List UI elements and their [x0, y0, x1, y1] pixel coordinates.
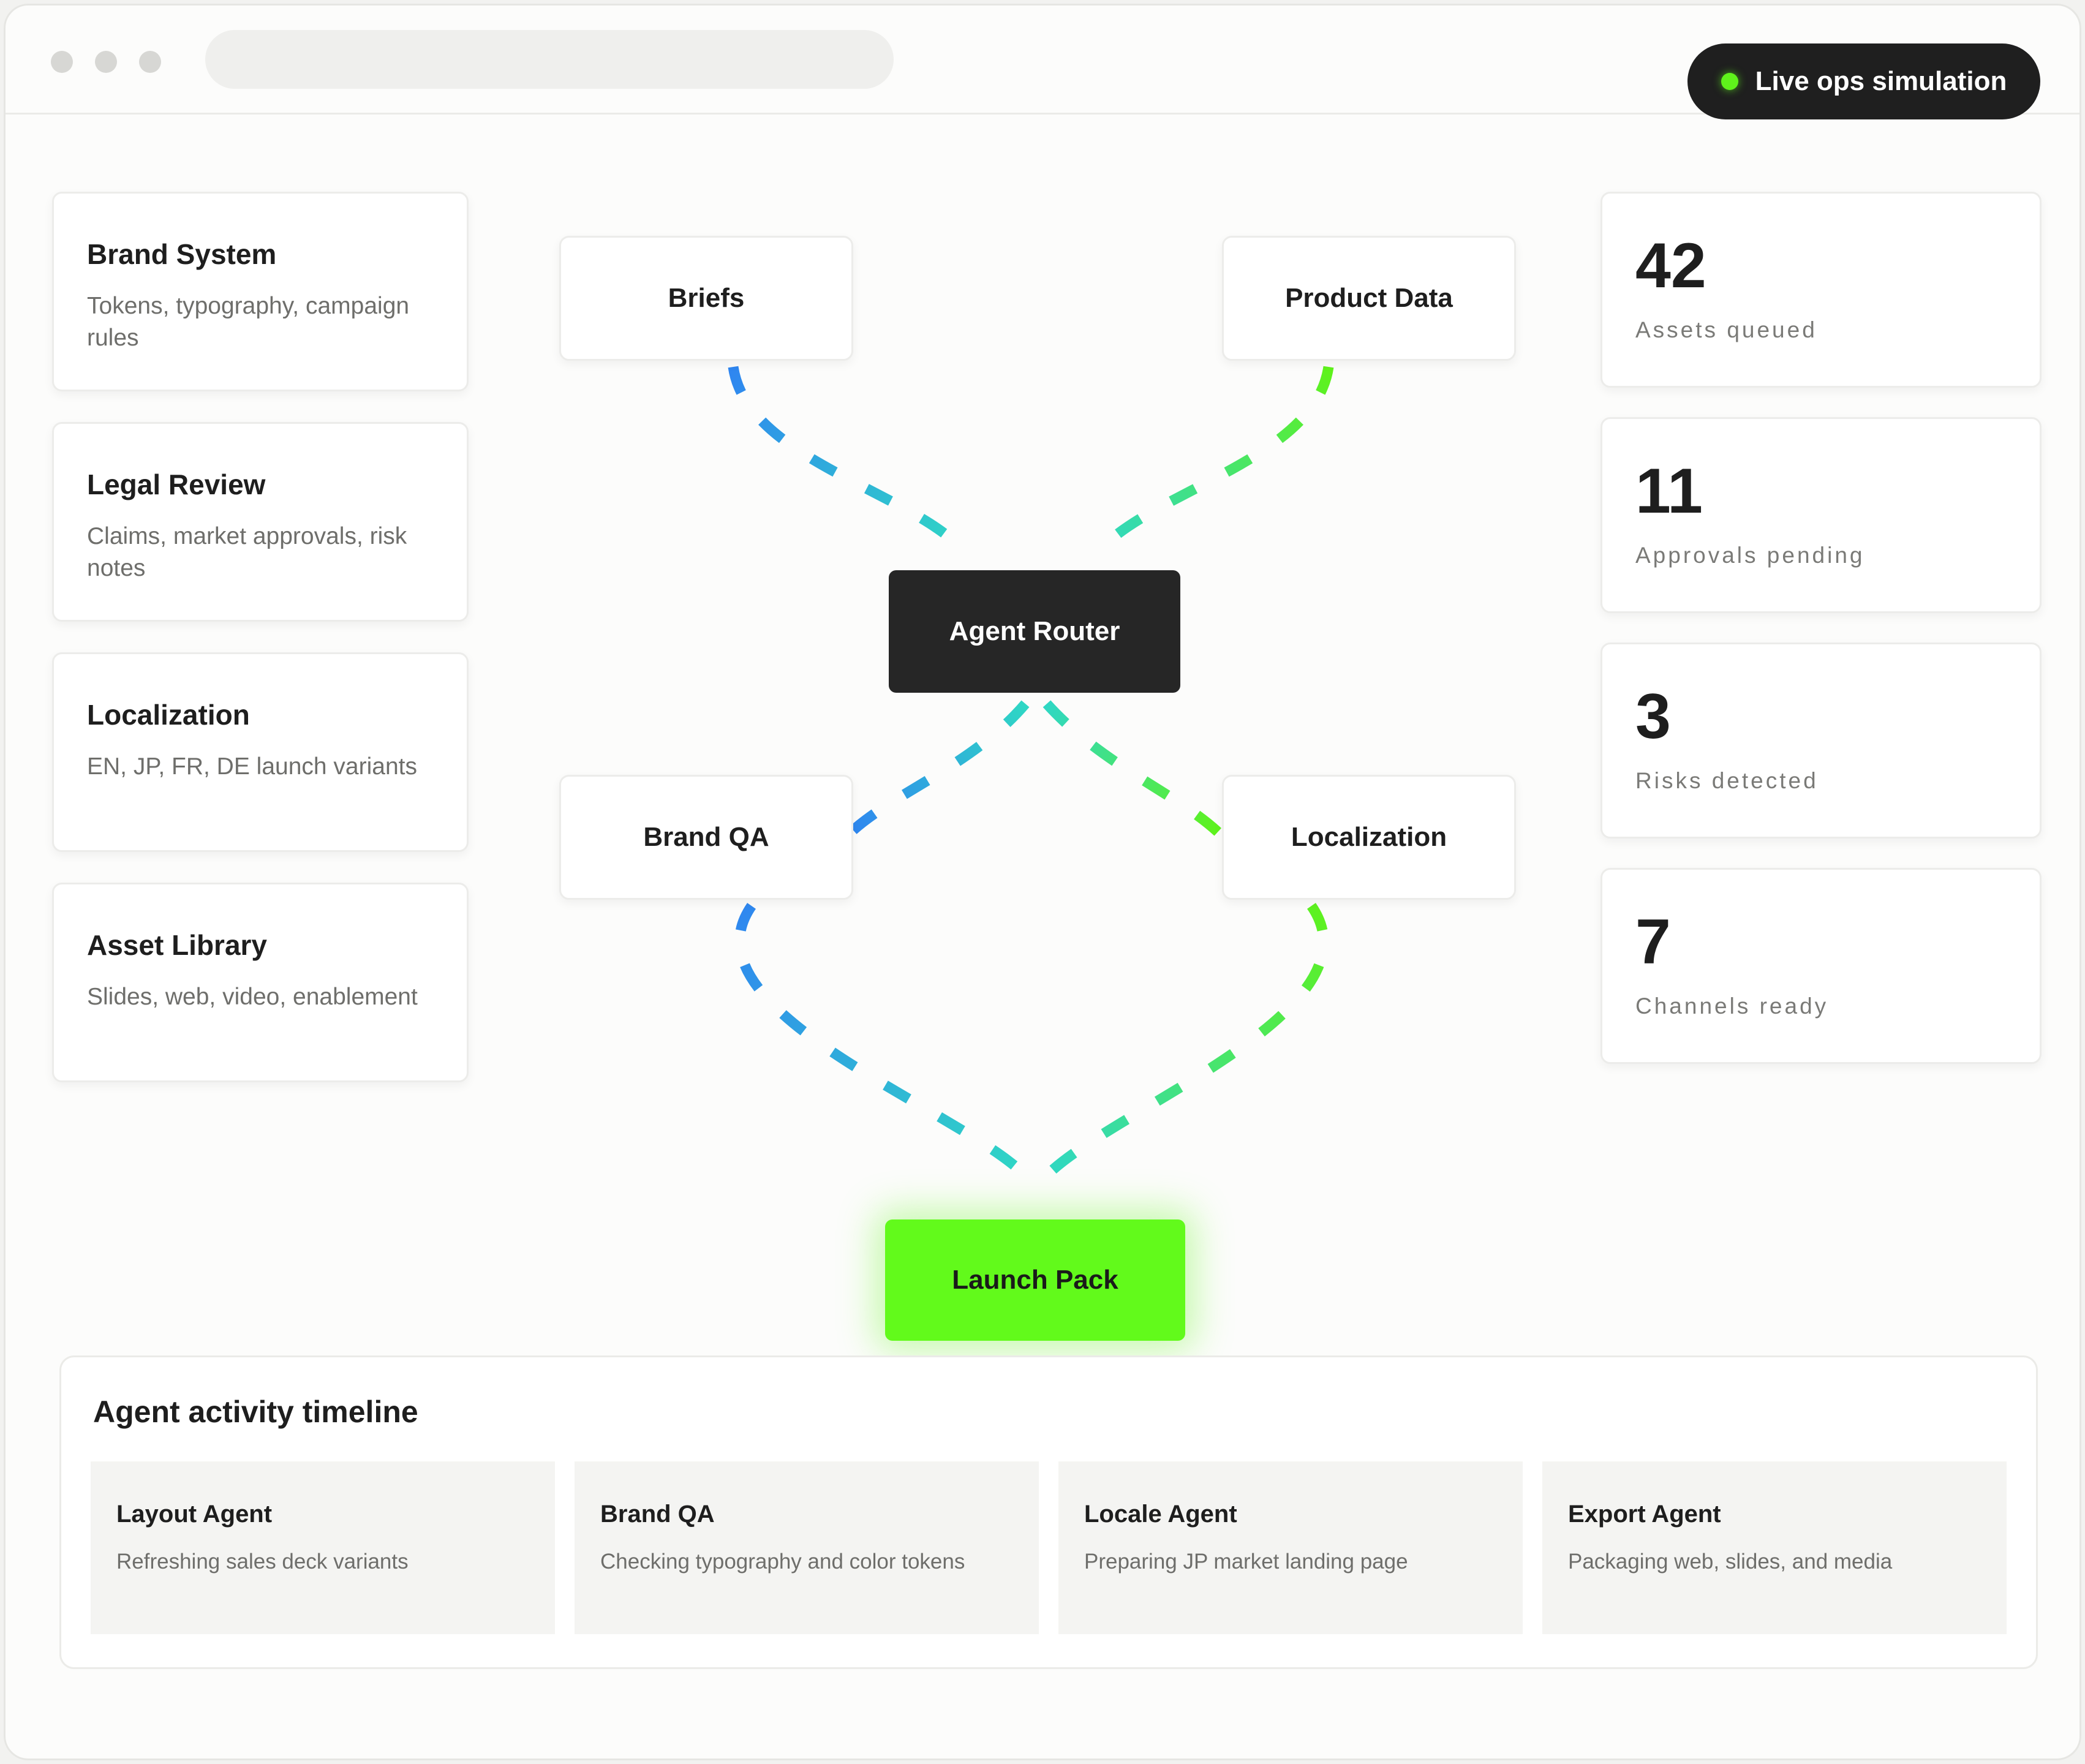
timeline-item-desc: Preparing JP market landing page	[1084, 1550, 1408, 1574]
stat-value: 11	[1635, 456, 1703, 527]
timeline-item-layout-agent[interactable]: Layout Agent Refreshing sales deck varia…	[91, 1461, 555, 1634]
timeline-title: Agent activity timeline	[93, 1395, 418, 1429]
timeline-items: Layout Agent Refreshing sales deck varia…	[91, 1461, 2008, 1634]
stat-label: Risks detected	[1635, 768, 1819, 793]
timeline-item-locale-agent[interactable]: Locale Agent Preparing JP market landing…	[1058, 1461, 1523, 1634]
timeline-item-name: Brand QA	[600, 1501, 715, 1528]
node-agent-router[interactable]: Agent Router	[889, 570, 1180, 693]
stat-label: Approvals pending	[1635, 543, 1865, 568]
stat-card-risks-detected: 3 Risks detected	[1601, 643, 2042, 839]
edge-briefs-router	[728, 366, 968, 554]
stat-label: Assets queued	[1635, 317, 1817, 342]
node-launch-pack[interactable]: Launch Pack	[885, 1219, 1185, 1341]
edge-router-localization	[1042, 700, 1222, 837]
node-briefs[interactable]: Briefs	[559, 236, 853, 361]
edge-brand-qa-launch	[734, 903, 1030, 1180]
timeline-item-brand-qa[interactable]: Brand QA Checking typography and color t…	[575, 1461, 1039, 1634]
timeline-item-desc: Refreshing sales deck variants	[116, 1550, 409, 1574]
stat-label: Channels ready	[1635, 993, 1829, 1019]
timeline-item-name: Locale Agent	[1084, 1501, 1237, 1528]
edge-localization-launch	[1042, 903, 1329, 1180]
stat-value: 3	[1635, 681, 1671, 752]
node-product-data[interactable]: Product Data	[1222, 236, 1516, 361]
stat-card-assets-queued: 42 Assets queued	[1601, 192, 2042, 388]
timeline-item-name: Layout Agent	[116, 1501, 273, 1528]
node-brand-qa[interactable]: Brand QA	[559, 775, 853, 900]
timeline-item-export-agent[interactable]: Export Agent Packaging web, slides, and …	[1542, 1461, 2007, 1634]
timeline-item-desc: Checking typography and color tokens	[600, 1550, 965, 1574]
agent-activity-timeline: Agent activity timeline Layout Agent Ref…	[59, 1355, 2038, 1669]
stat-value: 42	[1635, 230, 1706, 301]
stat-card-approvals-pending: 11 Approvals pending	[1601, 417, 2042, 613]
stat-value: 7	[1635, 907, 1671, 978]
node-localization[interactable]: Localization	[1222, 775, 1516, 900]
stat-card-channels-ready: 7 Channels ready	[1601, 868, 2042, 1064]
timeline-item-name: Export Agent	[1568, 1501, 1721, 1528]
app-window: Live ops simulation Brand System Tokens,…	[4, 4, 2081, 1760]
edge-product-router	[1095, 366, 1334, 554]
timeline-item-desc: Packaging web, slides, and media	[1568, 1550, 1893, 1574]
edge-router-brand-qa	[847, 700, 1030, 837]
